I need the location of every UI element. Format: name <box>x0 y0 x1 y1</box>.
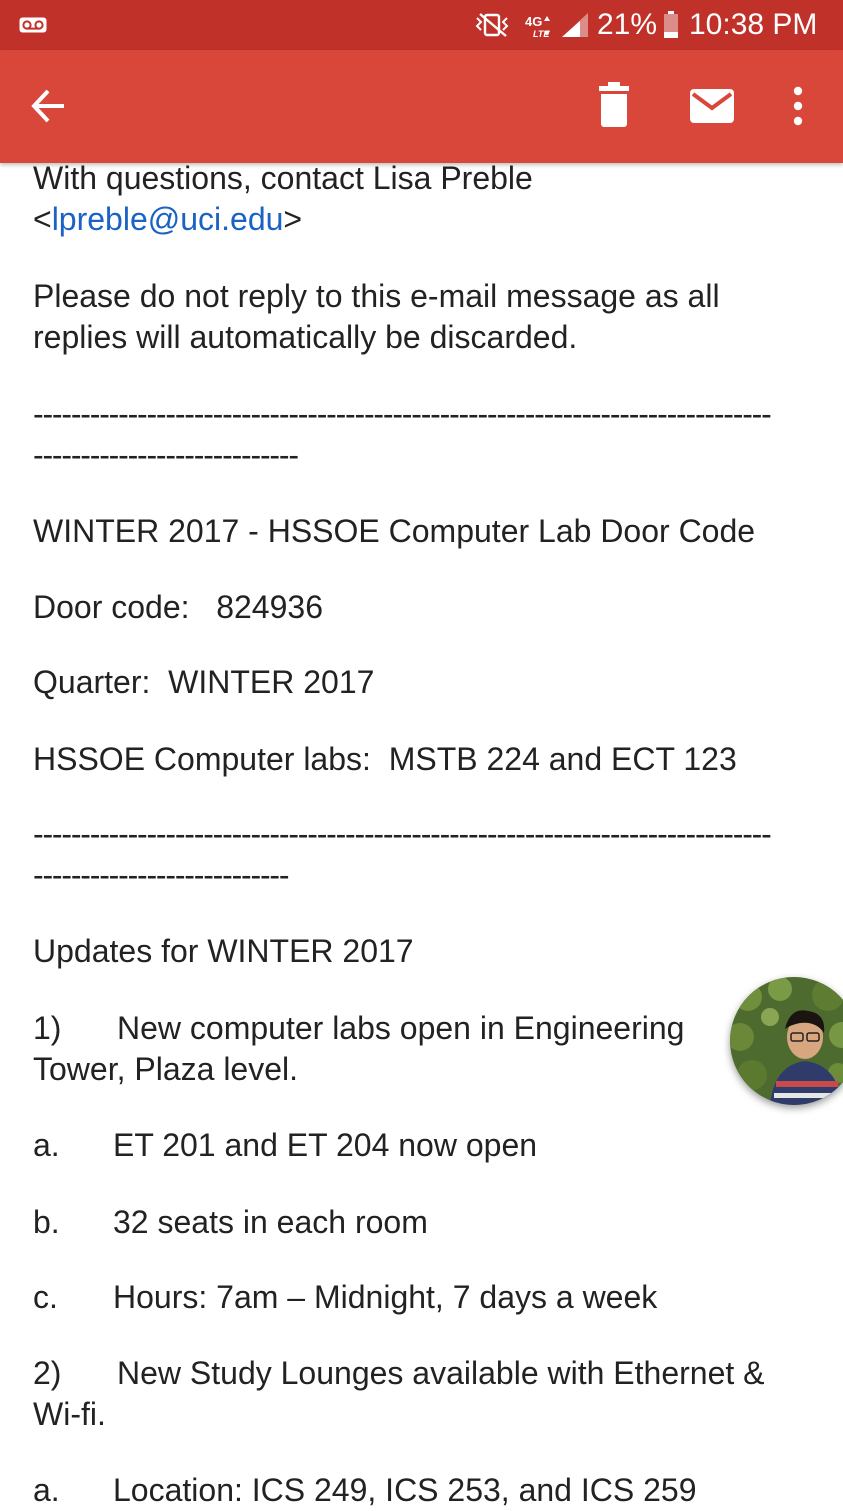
list-item-text: 32 seats in each room <box>113 1204 428 1240</box>
list-item-2a: a. Location: ICS 249, ICS 253, and ICS 25… <box>33 1470 696 1511</box>
list-item-letter: a. <box>33 1472 60 1508</box>
more-options-button[interactable] <box>780 82 816 130</box>
no-reply-line-2: replies will automatically be discarded. <box>33 319 578 355</box>
door-code-heading: WINTER 2017 - HSSOE Computer Lab Door Co… <box>33 513 756 549</box>
more-vert-icon <box>793 86 803 126</box>
contact-email-line: <lpreble@uci.edu> <box>33 199 302 240</box>
labs-line: HSSOE Computer labs: MSTB 224 and ECT 12… <box>33 739 737 780</box>
back-button[interactable] <box>26 82 74 130</box>
door-code-line: Door code: 824936 <box>33 587 323 628</box>
no-reply-line-1: Please do not reply to this e-mail messa… <box>33 278 720 314</box>
quarter-value: WINTER 2017 <box>168 664 375 700</box>
divider: --------------------------- <box>33 857 290 893</box>
list-item-number: 1) <box>33 1010 62 1046</box>
list-item-text: New Study Lounges available with Etherne… <box>117 1355 765 1391</box>
list-item-text: New computer labs open in Engineering <box>117 1010 685 1046</box>
contact-line: With questions, contact Lisa Preble <box>33 160 533 196</box>
chat-head-avatar[interactable] <box>730 977 843 1105</box>
list-item-letter: c. <box>33 1279 58 1315</box>
labs-value: MSTB 224 and ECT 123 <box>388 741 737 777</box>
list-item-2-cont: Wi-fi. <box>33 1396 106 1432</box>
delete-icon <box>599 82 629 127</box>
door-code-value: 824936 <box>216 589 323 625</box>
battery-icon <box>664 11 678 38</box>
list-item-1-cont: Tower, Plaza level. <box>33 1051 299 1087</box>
battery-percent: 21% <box>597 8 658 41</box>
divider: ----------------------------------------… <box>33 396 772 432</box>
mark-unread-button[interactable] <box>684 82 740 130</box>
list-item-1c: c. Hours: 7am – Midnight, 7 days a week <box>33 1277 657 1318</box>
svg-text:4G: 4G <box>525 14 542 29</box>
quarter-label: Quarter: <box>33 664 151 700</box>
quarter-line: Quarter: WINTER 2017 <box>33 662 374 703</box>
list-item-text: Hours: 7am – Midnight, 7 days a week <box>113 1279 658 1315</box>
mark-unread-icon <box>690 89 734 123</box>
avatar-photo <box>730 977 843 1105</box>
list-item-1: 1) New computer labs open in Engineering <box>33 1008 684 1049</box>
lte-icon: 4G LTE <box>525 14 550 39</box>
bracket-close: > <box>283 201 303 237</box>
status-bar: 4G LTE 21% 10:38 PM <box>0 0 843 50</box>
list-item-text: Location: ICS 249, ICS 253, and ICS 259 <box>113 1472 697 1508</box>
divider: ----------------------------------------… <box>33 816 772 852</box>
back-arrow-icon <box>31 89 64 123</box>
list-item-2: 2) New Study Lounges available with Ether… <box>33 1353 765 1394</box>
door-code-label: Door code: <box>33 589 190 625</box>
mute-vibrate-icon <box>475 13 509 37</box>
list-item-letter: a. <box>33 1127 60 1163</box>
list-item-1a: a. ET 201 and ET 204 now open <box>33 1125 537 1166</box>
signal-icon <box>562 13 588 37</box>
delete-button[interactable] <box>591 82 637 130</box>
contact-email-link[interactable]: lpreble@uci.edu <box>52 201 284 237</box>
clock: 10:38 PM <box>689 8 818 41</box>
labs-label: HSSOE Computer labs: <box>33 741 371 777</box>
updates-heading: Updates for WINTER 2017 <box>33 933 414 969</box>
list-item-1b: b. 32 seats in each room <box>33 1202 428 1243</box>
list-item-letter: b. <box>33 1204 60 1240</box>
list-item-text: ET 201 and ET 204 now open <box>113 1127 538 1163</box>
divider: ---------------------------- <box>33 437 299 473</box>
voicemail-icon <box>19 17 47 33</box>
app-bar <box>0 50 843 163</box>
bracket-open: < <box>33 201 52 237</box>
list-item-number: 2) <box>33 1355 62 1391</box>
